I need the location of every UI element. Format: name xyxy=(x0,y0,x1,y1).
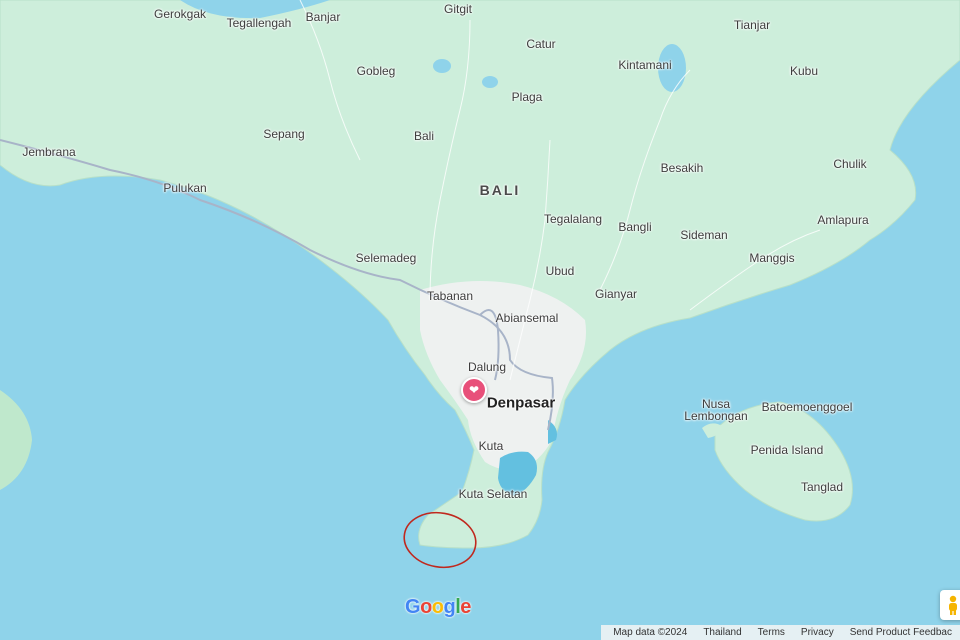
map-data-text: Map data ©2024 xyxy=(613,627,688,638)
logo-letter: G xyxy=(405,596,421,618)
label-banjar: Banjar xyxy=(305,10,341,24)
label-pulukan: Pulukan xyxy=(163,181,207,195)
label-tegallengah: Tegallengah xyxy=(226,16,292,30)
lake-buyan xyxy=(482,76,498,88)
label-manggis: Manggis xyxy=(749,251,795,265)
saved-place-pin[interactable]: ❤ xyxy=(461,377,487,403)
lake-bratan xyxy=(433,59,451,73)
attribution-bar: Map data ©2024 Thailand Terms Privacy Se… xyxy=(601,625,960,640)
label-tegalalang: Tegalalang xyxy=(543,212,603,226)
heart-icon: ❤ xyxy=(468,383,480,397)
label-sideman: Sideman xyxy=(680,228,728,242)
label-denpasar: Denpasar xyxy=(486,394,556,412)
label-penida-island: Penida Island xyxy=(750,443,824,457)
label-bali-village: Bali xyxy=(413,129,435,143)
label-bali-region: BALI xyxy=(479,182,521,198)
label-kuta-selatan: Kuta Selatan xyxy=(458,487,528,501)
label-sepang: Sepang xyxy=(263,127,305,141)
label-gobleg: Gobleg xyxy=(356,64,396,78)
label-tabanan: Tabanan xyxy=(426,289,474,303)
google-logo: Google xyxy=(405,596,471,619)
label-kuta: Kuta xyxy=(478,439,504,453)
label-gianyar: Gianyar xyxy=(594,287,638,301)
label-besakih: Besakih xyxy=(660,161,704,175)
country-link[interactable]: Thailand xyxy=(695,627,749,638)
label-gerokgak: Gerokgak xyxy=(153,7,207,21)
label-tianjar: Tianjar xyxy=(733,18,771,32)
privacy-link[interactable]: Privacy xyxy=(793,627,842,638)
label-gitgit: Gitgit xyxy=(443,2,473,16)
label-kubu: Kubu xyxy=(789,64,819,78)
logo-letter: o xyxy=(431,596,444,618)
pegman-icon xyxy=(949,595,957,615)
label-catur: Catur xyxy=(526,37,556,51)
label-jembrana: Jembrana xyxy=(22,145,76,159)
label-abiansemal: Abiansemal xyxy=(495,311,559,325)
label-amlapura: Amlapura xyxy=(817,213,869,227)
logo-letter: e xyxy=(460,596,471,618)
label-tanglad: Tanglad xyxy=(800,480,844,494)
street-view-pegman[interactable] xyxy=(940,590,960,620)
label-lembongan: Lembongan xyxy=(684,409,748,423)
label-selemadeg: Selemadeg xyxy=(355,251,417,265)
label-ubud: Ubud xyxy=(545,264,575,278)
terms-link[interactable]: Terms xyxy=(750,627,793,638)
label-dalung: Dalung xyxy=(467,360,507,374)
label-chulik: Chulik xyxy=(833,157,867,171)
label-batoemoenggoel: Batoemoenggoel xyxy=(761,400,853,414)
logo-letter: o xyxy=(420,596,432,618)
label-kintamani: Kintamani xyxy=(618,58,672,72)
logo-letter: g xyxy=(443,596,456,618)
map-canvas[interactable] xyxy=(0,0,960,640)
label-bangli: Bangli xyxy=(618,220,652,234)
send-feedback-link[interactable]: Send Product Feedbac xyxy=(842,627,960,638)
label-plaga: Plaga xyxy=(511,90,543,104)
